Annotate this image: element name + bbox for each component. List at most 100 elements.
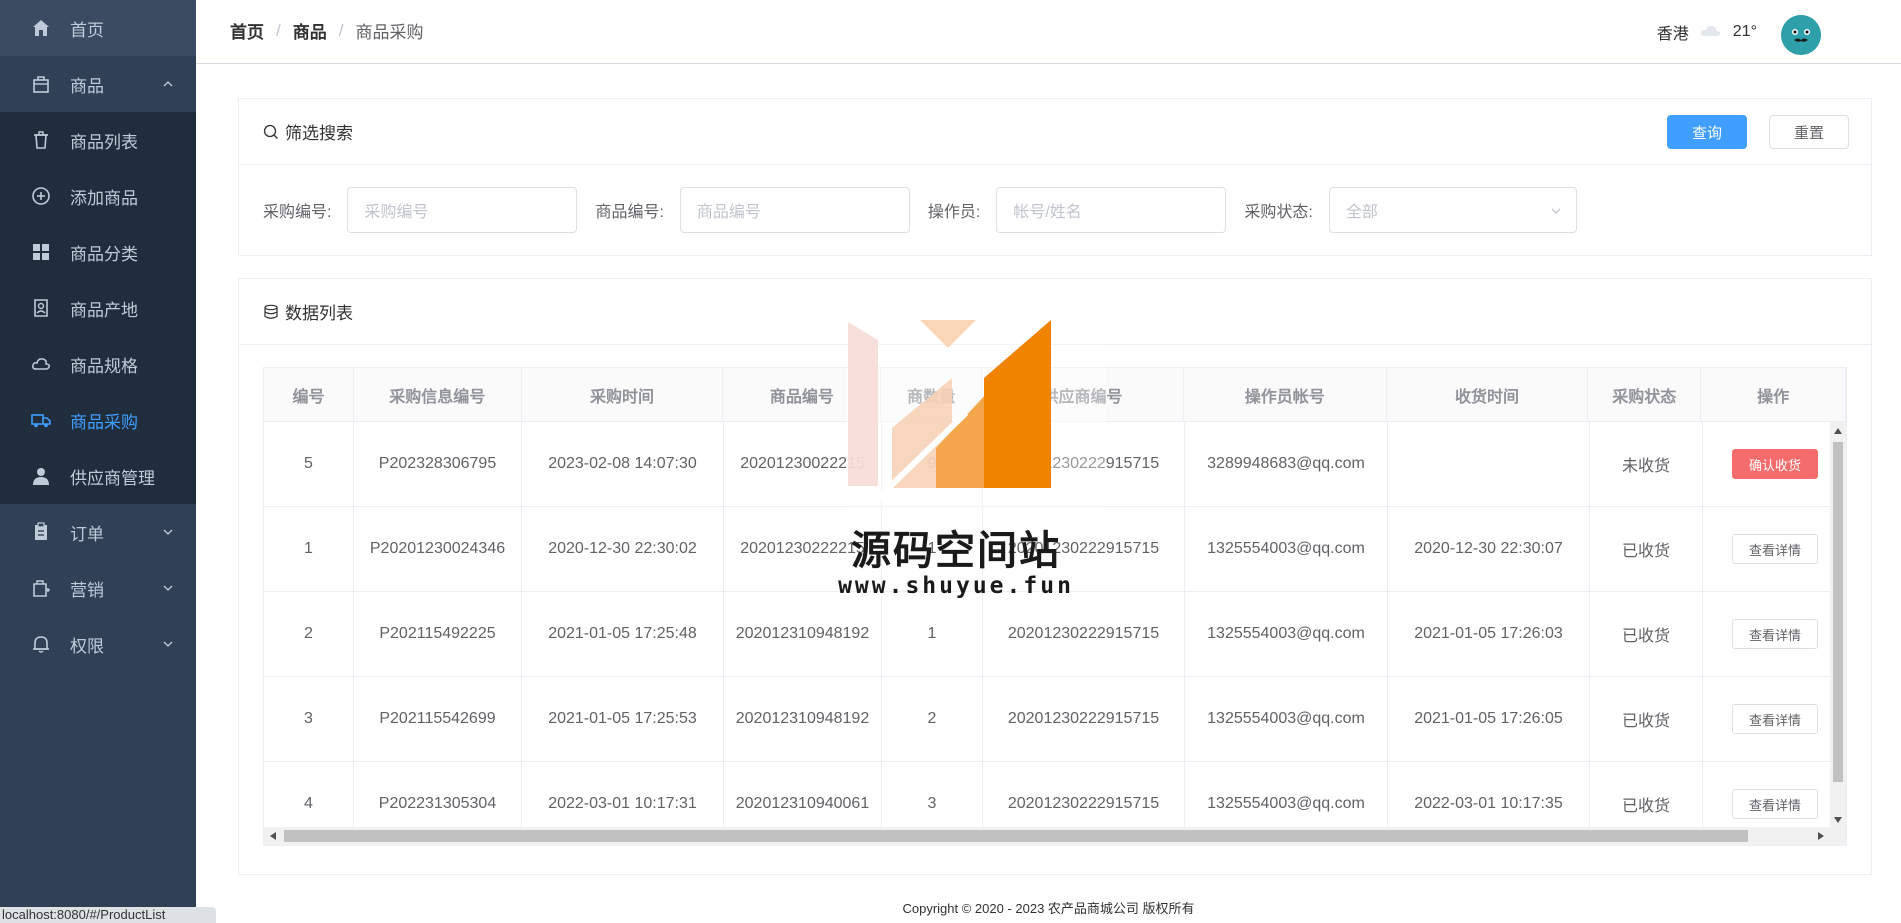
reset-button[interactable]: 重置	[1769, 115, 1849, 149]
cell-operator: 1325554003@qq.com	[1185, 507, 1388, 591]
sidebar-item-home[interactable]: 首页	[0, 0, 196, 56]
scroll-right-arrow[interactable]	[1818, 832, 1824, 840]
truck-icon	[30, 409, 52, 431]
cell-id: 5	[264, 422, 354, 506]
cell-purchase-time: 2023-02-08 14:07:30	[522, 422, 724, 506]
cell-receive-time	[1388, 422, 1590, 506]
vertical-scrollbar[interactable]	[1830, 422, 1846, 829]
confirm-receipt-button[interactable]: 确认收货	[1731, 449, 1818, 479]
chevron-down-icon	[163, 529, 173, 535]
purchase-no-label: 采购编号:	[263, 204, 332, 221]
weather-widget: 香港 21°	[1657, 20, 1757, 44]
cell-actions: 确认收货	[1703, 422, 1846, 506]
sidebar-item-label: 商品	[70, 76, 104, 96]
horizontal-scrollbar[interactable]	[264, 827, 1846, 845]
sidebar-item-marketing[interactable]: 营销	[0, 560, 196, 616]
operator-placeholder: 帐号/姓名	[1013, 204, 1082, 221]
weather-temp: 21°	[1732, 23, 1757, 40]
avatar[interactable]	[1781, 15, 1821, 55]
col-header[interactable]: 收货时间	[1387, 368, 1589, 421]
cell-receive-time: 2021-01-05 17:26:03	[1388, 592, 1590, 676]
scroll-down-arrow[interactable]	[1834, 817, 1842, 823]
sidebar-item-label: 订单	[70, 524, 104, 544]
cell-status: 已收货	[1590, 677, 1703, 761]
breadcrumb-home[interactable]: 首页	[230, 18, 264, 43]
goods-no-input[interactable]: 商品编号	[679, 187, 910, 233]
cell-purchase-no: P202115542699	[354, 677, 522, 761]
cell-supplier-no: 20201230222915715	[983, 762, 1185, 829]
cell-goods-no: 202012310948192	[724, 677, 882, 761]
sidebar-item-label: 首页	[70, 20, 104, 40]
watermark: 源码空间站 www.shuyue.fun	[776, 318, 1136, 608]
chevron-down-icon	[1551, 208, 1561, 214]
breadcrumb-separator: /	[276, 20, 281, 40]
filter-card: 筛选搜索 查询 重置 采购编号: 采购编号 商品编号: 商品编号 操作员: 帐号…	[238, 98, 1872, 256]
breadcrumb-separator: /	[338, 20, 344, 40]
col-header[interactable]: 操作员帐号	[1184, 368, 1387, 421]
user-icon	[30, 465, 52, 487]
cell-actions: 查看详情	[1703, 592, 1846, 676]
col-header[interactable]: 编号	[264, 368, 354, 421]
goods-no-placeholder: 商品编号	[696, 204, 761, 221]
horizontal-scroll-thumb[interactable]	[284, 830, 1748, 842]
sidebar-item-label: 添加商品	[70, 188, 138, 208]
cell-goods-no: 202012310940061	[724, 762, 882, 829]
purchase-no-placeholder: 采购编号	[364, 204, 429, 221]
sidebar-item-goods-purchase[interactable]: 商品采购	[0, 392, 196, 448]
view-details-button[interactable]: 查看详情	[1731, 789, 1818, 819]
cell-status: 已收货	[1590, 762, 1703, 829]
cell-purchase-no: P202328306795	[354, 422, 522, 506]
sidebar-item-order[interactable]: 订单	[0, 504, 196, 560]
operator-input[interactable]: 帐号/姓名	[996, 187, 1227, 233]
weather-city: 香港	[1656, 26, 1689, 43]
col-header[interactable]: 采购信息编号	[354, 368, 522, 421]
sidebar-item-add-goods[interactable]: 添加商品	[0, 168, 196, 224]
sidebar-item-goods-origin[interactable]: 商品产地	[0, 280, 196, 336]
col-header[interactable]: 操作	[1701, 368, 1846, 421]
view-details-button[interactable]: 查看详情	[1731, 534, 1818, 564]
purchase-status-label: 采购状态:	[1244, 204, 1313, 221]
view-details-button[interactable]: 查看详情	[1731, 619, 1818, 649]
goods-submenu: 商品列表 添加商品 商品分类 商品产地 商品规格 商品采购 供应商管理	[0, 112, 196, 504]
cell-id: 2	[264, 592, 354, 676]
cell-purchase-time: 2022-03-01 10:17:31	[522, 762, 724, 829]
sidebar-item-label: 营销	[70, 580, 104, 600]
sidebar-item-goods-spec[interactable]: 商品规格	[0, 336, 196, 392]
col-header[interactable]: 采购时间	[522, 368, 724, 421]
filter-title: 筛选搜索	[285, 124, 353, 143]
grid-icon	[30, 241, 52, 263]
table-row: 4 P202231305304 2022-03-01 10:17:31 2020…	[264, 762, 1846, 829]
goods-no-label: 商品编号:	[595, 204, 664, 221]
sidebar-item-label: 供应商管理	[70, 468, 155, 488]
chevron-down-icon	[163, 641, 173, 647]
vertical-scroll-thumb[interactable]	[1833, 442, 1843, 782]
sidebar-item-permission[interactable]: 权限	[0, 616, 196, 672]
purchase-no-input[interactable]: 采购编号	[347, 187, 578, 233]
cell-actions: 查看详情	[1703, 507, 1846, 591]
shopping-bag-icon	[30, 577, 52, 599]
search-icon	[263, 124, 278, 139]
sidebar-item-supplier[interactable]: 供应商管理	[0, 448, 196, 504]
sidebar-item-label: 商品规格	[70, 356, 138, 376]
query-button[interactable]: 查询	[1667, 115, 1747, 149]
watermark-logo	[846, 320, 1106, 512]
col-header[interactable]: 采购状态	[1588, 368, 1702, 421]
cell-purchase-time: 2020-12-30 22:30:02	[522, 507, 724, 591]
chevron-down-icon	[163, 585, 173, 591]
sidebar-item-goods[interactable]: 商品	[0, 56, 196, 112]
scroll-up-arrow[interactable]	[1834, 428, 1842, 434]
home-icon	[30, 17, 52, 39]
cell-id: 4	[264, 762, 354, 829]
sidebar-item-goods-category[interactable]: 商品分类	[0, 224, 196, 280]
cell-purchase-time: 2021-01-05 17:25:53	[522, 677, 724, 761]
cell-receive-time: 2020-12-30 22:30:07	[1388, 507, 1590, 591]
purchase-status-select[interactable]: 全部	[1328, 187, 1577, 233]
data-list-title: 数据列表	[285, 304, 353, 323]
breadcrumb-goods[interactable]: 商品	[293, 18, 327, 43]
breadcrumb: 首页 / 商品 / 商品采购	[230, 18, 423, 43]
cell-operator: 3289948683@qq.com	[1185, 422, 1388, 506]
plus-circle-icon	[30, 185, 52, 207]
view-details-button[interactable]: 查看详情	[1731, 704, 1818, 734]
sidebar-item-goods-list[interactable]: 商品列表	[0, 112, 196, 168]
scroll-left-arrow[interactable]	[270, 832, 276, 840]
